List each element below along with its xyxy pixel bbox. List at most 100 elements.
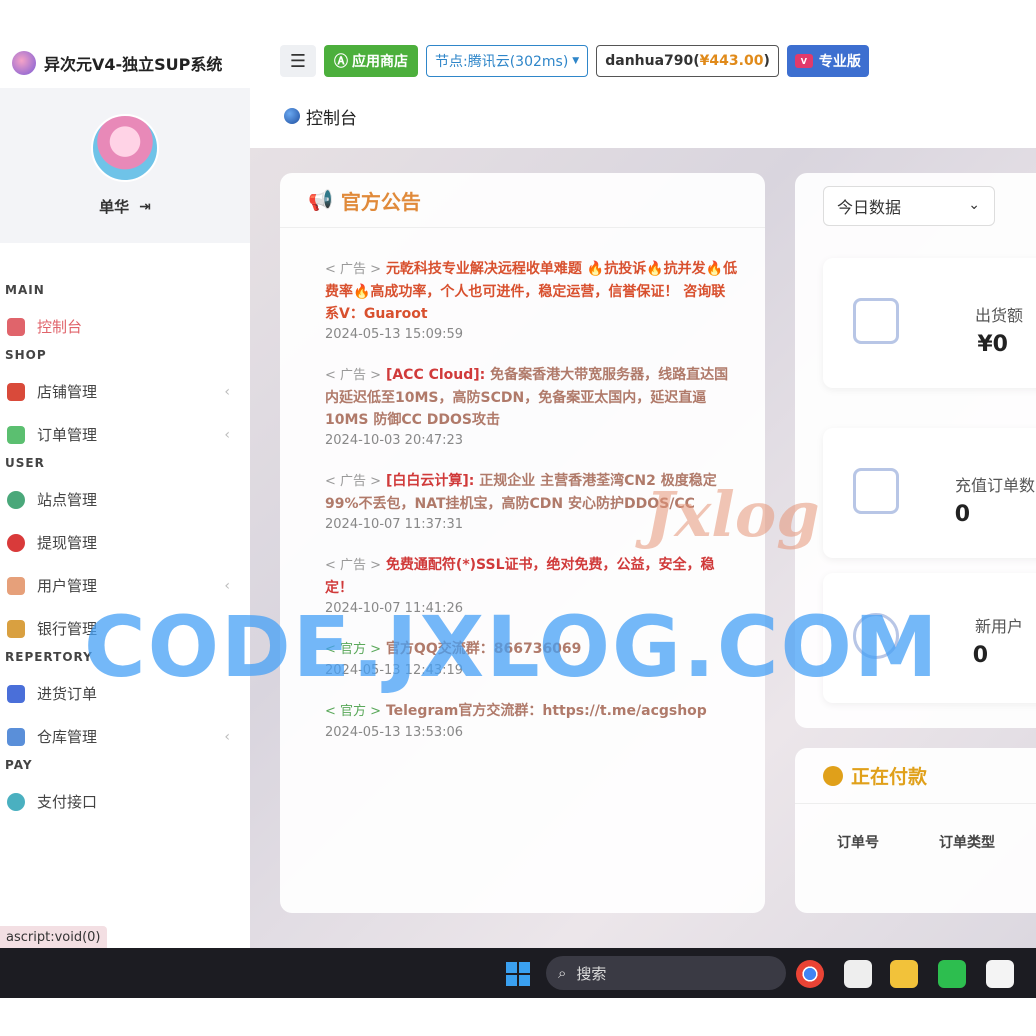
node-select-button[interactable]: 节点:腾讯云(302ms) ▼: [426, 45, 589, 77]
announcement-highlight: 元乾科技专业解决远程收单难题 🔥抗投诉🔥抗并发🔥低费率🔥高成功率，个人也可进件，…: [325, 261, 738, 322]
stat-value: 0: [954, 502, 970, 527]
nav-section-main: MAIN 控制台: [0, 283, 250, 348]
announcement-item[interactable]: < 官方 > Telegram官方交流群：https://t.me/acgsho…: [325, 700, 739, 740]
balance-text: ¥443.00: [699, 53, 764, 69]
file-explorer-icon[interactable]: [890, 960, 918, 988]
chrome-icon[interactable]: [796, 960, 824, 988]
sidebar-item-dashboard[interactable]: 控制台: [0, 305, 250, 348]
announcement-item[interactable]: < 广告 > 元乾科技专业解决远程收单难题 🔥抗投诉🔥抗并发🔥低费率🔥高成功率，…: [325, 258, 739, 342]
stat-value: ¥0: [977, 332, 1008, 357]
paying-header: 正在付款: [795, 748, 1036, 804]
sidebar-item-label: 控制台: [37, 318, 83, 336]
announcement-tag: < 广告 >: [325, 474, 382, 489]
menu-toggle-button[interactable]: ☰: [280, 45, 316, 77]
sidebar-item-order-management[interactable]: 订单管理 ‹: [0, 413, 250, 456]
shop-icon: [7, 382, 25, 401]
announcement-highlight: [白白云计算]:: [385, 473, 475, 489]
box-icon: [853, 298, 899, 344]
withdraw-icon: [7, 533, 25, 552]
nav-section-title: SHOP: [5, 348, 47, 362]
sidebar-item-label: 店铺管理: [37, 383, 98, 401]
stat-value: 0: [972, 643, 988, 668]
watermark-logo: Jxlog: [645, 478, 820, 551]
user-icon: [7, 576, 25, 595]
sidebar-item-label: 提现管理: [37, 534, 98, 552]
announcement-time: 2024-05-13 15:09:59: [325, 327, 464, 342]
sidebar-item-warehouse-management[interactable]: 仓库管理 ‹: [0, 715, 250, 758]
announcement-title: 官方公告: [340, 189, 421, 214]
nav-section-title: PAY: [5, 758, 33, 772]
page-title: 控制台: [306, 108, 357, 129]
app-store-button[interactable]: Ⓐ 应用商店: [324, 45, 418, 77]
sidebar-item-payment-interface[interactable]: 支付接口: [0, 780, 250, 823]
taskbar-search-input[interactable]: ⌕ 搜索: [546, 956, 786, 990]
nav-section-title: USER: [5, 456, 45, 470]
toolbar: ☰ Ⓐ 应用商店 节点:腾讯云(302ms) ▼ danhua790(¥443.…: [250, 38, 1036, 84]
username-close: ): [763, 53, 770, 69]
brand-logo-icon: [12, 51, 36, 75]
chevron-left-icon: ‹: [224, 383, 230, 400]
announcement-time: 2024-10-03 20:47:23: [325, 433, 464, 448]
nav-menu: MAIN 控制台 SHOP 店铺管理 ‹ 订单管理 ‹ USER 站点管理 提现…: [0, 243, 250, 823]
pro-version-button[interactable]: V 专业版: [786, 45, 869, 77]
paying-title: 正在付款: [851, 766, 928, 788]
chevron-left-icon: ‹: [224, 577, 230, 594]
stat-shipment-amount: 出货额 ¥0: [823, 258, 1036, 388]
store-icon: Ⓐ: [334, 54, 348, 70]
announcement-tag: < 广告 >: [325, 368, 382, 383]
announcement-tag: < 广告 >: [325, 558, 382, 573]
payment-icon: [7, 792, 25, 811]
clock-icon: [823, 765, 843, 786]
bottom-strip: [0, 998, 1036, 1036]
clipboard-icon: [7, 684, 25, 703]
order-icon: [7, 425, 25, 444]
sidebar-item-site-management[interactable]: 站点管理: [0, 478, 250, 521]
taskbar-search-placeholder: 搜索: [576, 964, 607, 983]
sidebar-item-label: 仓库管理: [37, 728, 98, 746]
date-range-value: 今日数据: [837, 198, 902, 217]
sidebar-item-shop-management[interactable]: 店铺管理 ‹: [0, 370, 250, 413]
globe-icon: [284, 108, 300, 124]
warehouse-icon: [7, 727, 25, 746]
www-icon: [7, 490, 25, 509]
node-label: 节点:腾讯云(302ms): [435, 54, 569, 70]
bank-icon: [7, 619, 25, 638]
user-balance-button[interactable]: danhua790(¥443.00): [596, 45, 779, 77]
main-content: 📢 官方公告 < 广告 > 元乾科技专业解决远程收单难题 🔥抗投诉🔥抗并发🔥低费…: [250, 148, 1036, 948]
column-order-no: 订单号: [837, 835, 879, 851]
brand-title: 异次元V4-独立SUP系统: [44, 55, 223, 74]
username-text: danhua790(: [605, 53, 700, 69]
stat-label: 新用户: [974, 617, 1023, 636]
paying-orders-card: 正在付款 订单号 订单类型: [795, 748, 1036, 913]
stat-label: 出货额: [974, 306, 1023, 325]
logout-icon[interactable]: ⇥: [139, 199, 151, 215]
wechat-icon[interactable]: [938, 960, 966, 988]
app-store-label: 应用商店: [352, 54, 408, 70]
qq-icon[interactable]: [986, 960, 1014, 988]
sidebar-item-label: 支付接口: [37, 793, 98, 811]
user-name-row: 单华 ⇥: [99, 196, 151, 217]
megaphone-icon: 📢: [308, 188, 333, 212]
caret-down-icon: ▼: [572, 56, 580, 66]
user-name: 单华: [99, 198, 130, 216]
profile-panel: 单华 ⇥: [0, 88, 250, 243]
sidebar-item-withdraw-management[interactable]: 提现管理: [0, 521, 250, 564]
announcement-tag: < 广告 >: [325, 262, 382, 277]
avatar[interactable]: [91, 114, 159, 182]
panda-app-icon[interactable]: [844, 960, 872, 988]
column-order-type: 订单类型: [939, 835, 995, 851]
chevron-left-icon: ‹: [224, 728, 230, 745]
top-strip: [0, 0, 1036, 38]
announcement-item[interactable]: < 广告 > [ACC Cloud]: 免备案香港大带宽服务器，线路直达国内延迟…: [325, 364, 739, 448]
windows-start-icon[interactable]: [506, 962, 530, 986]
brand[interactable]: 异次元V4-独立SUP系统: [0, 38, 250, 88]
chevron-down-icon: ⌄: [968, 197, 980, 213]
paying-table-header: 订单号 订单类型: [795, 804, 1036, 852]
announcement-highlight: [ACC Cloud]:: [385, 367, 486, 383]
recharge-order-icon: [853, 468, 899, 514]
search-icon: ⌕: [558, 964, 567, 982]
pro-version-label: 专业版: [818, 54, 861, 70]
breadcrumb: 控制台: [250, 84, 1036, 148]
sidebar-item-label: 站点管理: [37, 491, 98, 509]
date-range-select[interactable]: 今日数据 ⌄: [823, 186, 995, 226]
